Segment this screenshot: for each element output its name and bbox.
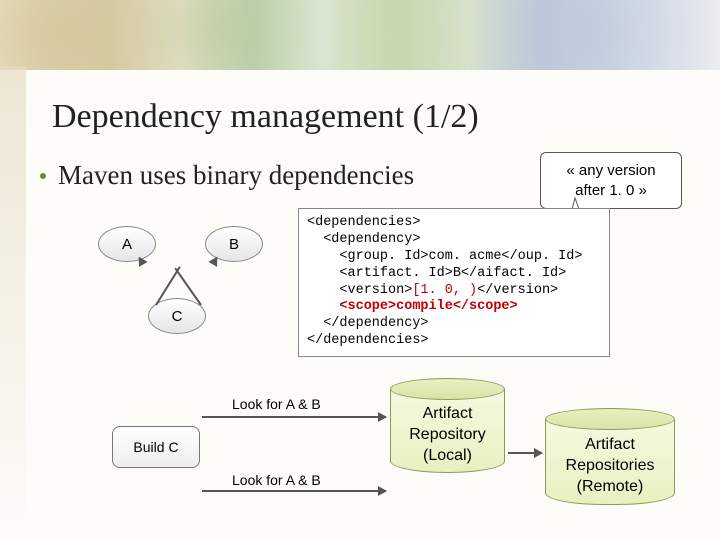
code-line: </version> bbox=[477, 283, 558, 298]
code-line: <group. Id>com. acme</ bbox=[307, 249, 518, 264]
code-line: <dependency> bbox=[307, 232, 420, 247]
node-a: A bbox=[98, 226, 156, 262]
code-line: <artifact. Id>B</a bbox=[307, 266, 485, 281]
callout-line1: « any version bbox=[551, 161, 671, 181]
build-c-box: Build C bbox=[112, 426, 200, 468]
repo-remote: Artifact Repositories (Remote) bbox=[545, 408, 675, 505]
repo-remote-label: Artifact Repositories (Remote) bbox=[566, 435, 655, 497]
repo-local-label: Artifact Repository (Local) bbox=[409, 404, 485, 466]
arrow-lookup-2 bbox=[202, 490, 386, 492]
bullet-dot-icon bbox=[40, 173, 46, 179]
banner-decoration bbox=[0, 0, 720, 70]
slide-title: Dependency management (1/2) bbox=[52, 98, 479, 136]
cylinder-top-icon bbox=[545, 408, 675, 430]
code-line: <dependencies> bbox=[307, 215, 420, 230]
bullet-text: Maven uses binary dependencies bbox=[58, 160, 414, 191]
node-c-label: C bbox=[172, 308, 183, 325]
code-line: </dependency> bbox=[307, 316, 429, 331]
code-highlight: [1. 0, ) bbox=[412, 283, 477, 298]
arrow-lookup-1 bbox=[202, 416, 386, 418]
repo-local: Artifact Repository (Local) bbox=[390, 378, 505, 473]
bullet-item: Maven uses binary dependencies bbox=[40, 160, 414, 191]
code-line: ifact. Id> bbox=[485, 266, 566, 281]
node-a-label: A bbox=[122, 236, 132, 253]
arrow-local-to-remote bbox=[508, 452, 542, 454]
code-snippet: <dependencies> <dependency> <group. Id>c… bbox=[298, 208, 610, 357]
code-highlight: <scope>compile</scope> bbox=[339, 299, 517, 314]
code-line: oup. Id> bbox=[518, 249, 583, 264]
code-line bbox=[307, 299, 339, 314]
code-line: <version> bbox=[307, 283, 412, 298]
build-c-label: Build C bbox=[133, 439, 178, 455]
cylinder-top-icon bbox=[390, 378, 505, 400]
callout-version: « any version after 1. 0 » bbox=[540, 152, 682, 209]
code-line: </dependencies> bbox=[307, 333, 429, 348]
node-b-label: B bbox=[229, 236, 239, 253]
lookup-label-1: Look for A & B bbox=[232, 396, 321, 412]
lookup-label-2: Look for A & B bbox=[232, 472, 321, 488]
side-decoration bbox=[0, 66, 26, 540]
